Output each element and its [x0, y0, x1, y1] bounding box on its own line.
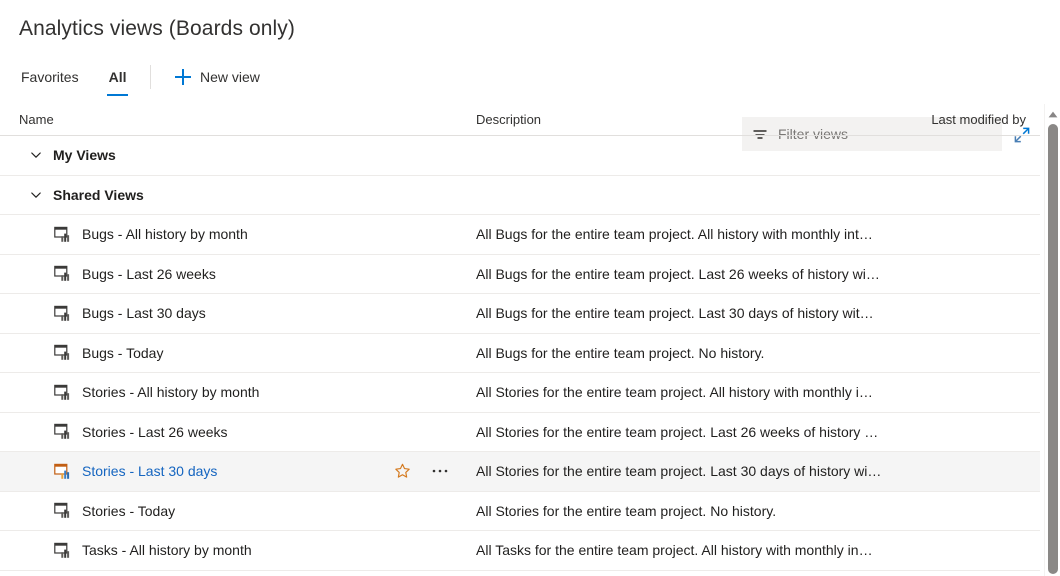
- table-row[interactable]: Bugs - Today All Bugs for the entire team…: [0, 334, 1040, 373]
- star-icon[interactable]: [392, 461, 412, 481]
- caret-up-icon[interactable]: [1045, 106, 1060, 122]
- analytics-view-icon: [54, 344, 71, 361]
- view-description: All Stories for the entire team project.…: [476, 502, 777, 519]
- command-bar: Favorites All New view: [0, 58, 1060, 151]
- table-row[interactable]: Stories - Today All Stories for the entir…: [0, 492, 1040, 531]
- plus-icon: [175, 69, 191, 85]
- scrollbar-thumb[interactable]: [1048, 124, 1058, 574]
- view-name-link[interactable]: Stories - Today: [82, 503, 175, 519]
- tab-favorites[interactable]: Favorites: [19, 58, 81, 96]
- group-header-row[interactable]: My Views: [0, 136, 1040, 176]
- view-description: All Stories for the entire team project.…: [476, 423, 879, 440]
- analytics-view-icon: [54, 423, 71, 440]
- table-row[interactable]: Stories - Last 30 days All Stories for th…: [0, 452, 1040, 492]
- view-description: All Bugs for the entire team project. No…: [476, 344, 765, 361]
- view-name-link[interactable]: Stories - All history by month: [82, 384, 259, 400]
- page-title: Analytics views (Boards only): [19, 17, 295, 40]
- column-header-last-modified-by[interactable]: Last modified by: [931, 112, 1026, 127]
- chevron-down-icon[interactable]: [29, 188, 43, 202]
- row-actions: [392, 461, 450, 481]
- new-view-label: New view: [200, 69, 260, 85]
- view-name-link[interactable]: Stories - Last 30 days: [82, 463, 217, 479]
- analytics-view-icon: [54, 226, 71, 243]
- chevron-down-icon[interactable]: [29, 148, 43, 162]
- analytics-view-icon: [54, 542, 71, 559]
- tab-all[interactable]: All: [106, 58, 129, 96]
- view-name-link[interactable]: Stories - Last 26 weeks: [82, 424, 228, 440]
- table-row[interactable]: Stories - Last 26 weeks All Stories for t…: [0, 413, 1040, 452]
- group-header-row[interactable]: Shared Views: [0, 176, 1040, 215]
- views-list: My Views Shared Views Bugs - All history b…: [0, 136, 1040, 576]
- more-actions-icon[interactable]: [430, 461, 450, 481]
- analytics-view-icon: [54, 463, 71, 480]
- view-description: All Bugs for the entire team project. Al…: [476, 226, 873, 243]
- view-name-link[interactable]: Bugs - Last 26 weeks: [82, 266, 216, 282]
- table-row[interactable]: Bugs - All history by month All Bugs for …: [0, 215, 1040, 255]
- view-description: All Tasks for the entire team project. A…: [476, 542, 873, 559]
- analytics-view-icon: [54, 265, 71, 282]
- new-view-button[interactable]: New view: [171, 58, 264, 96]
- view-name-link[interactable]: Bugs - Last 30 days: [82, 305, 206, 321]
- analytics-view-icon: [54, 305, 71, 322]
- table-row[interactable]: Bugs - Last 30 days All Bugs for the enti…: [0, 294, 1040, 334]
- view-description: All Stories for the entire team project.…: [476, 384, 873, 401]
- analytics-views-page: Analytics views (Boards only) Favorites …: [0, 0, 1060, 576]
- vertical-scrollbar[interactable]: [1044, 104, 1060, 576]
- view-name-link[interactable]: Tasks - All history by month: [82, 542, 252, 558]
- group-header-label: Shared Views: [53, 186, 144, 203]
- list-column-headers: Name Description Last modified by: [0, 104, 1040, 136]
- view-description: All Bugs for the entire team project. La…: [476, 265, 880, 282]
- group-header-label: My Views: [53, 147, 116, 164]
- table-row[interactable]: Tasks - All history by month All Tasks fo…: [0, 531, 1040, 571]
- toolbar-divider: [150, 65, 151, 89]
- table-row[interactable]: Stories - All history by month All Storie…: [0, 373, 1040, 413]
- analytics-view-icon: [54, 502, 71, 519]
- column-header-description[interactable]: Description: [476, 112, 541, 127]
- view-description: All Stories for the entire team project.…: [476, 463, 882, 480]
- column-header-name[interactable]: Name: [19, 112, 54, 127]
- analytics-view-icon: [54, 384, 71, 401]
- view-description: All Bugs for the entire team project. La…: [476, 305, 874, 322]
- view-name-link[interactable]: Bugs - All history by month: [82, 226, 248, 242]
- view-name-link[interactable]: Bugs - Today: [82, 345, 163, 361]
- table-row[interactable]: Bugs - Last 26 weeks All Bugs for the ent…: [0, 255, 1040, 294]
- view-tabs: Favorites All: [19, 58, 154, 96]
